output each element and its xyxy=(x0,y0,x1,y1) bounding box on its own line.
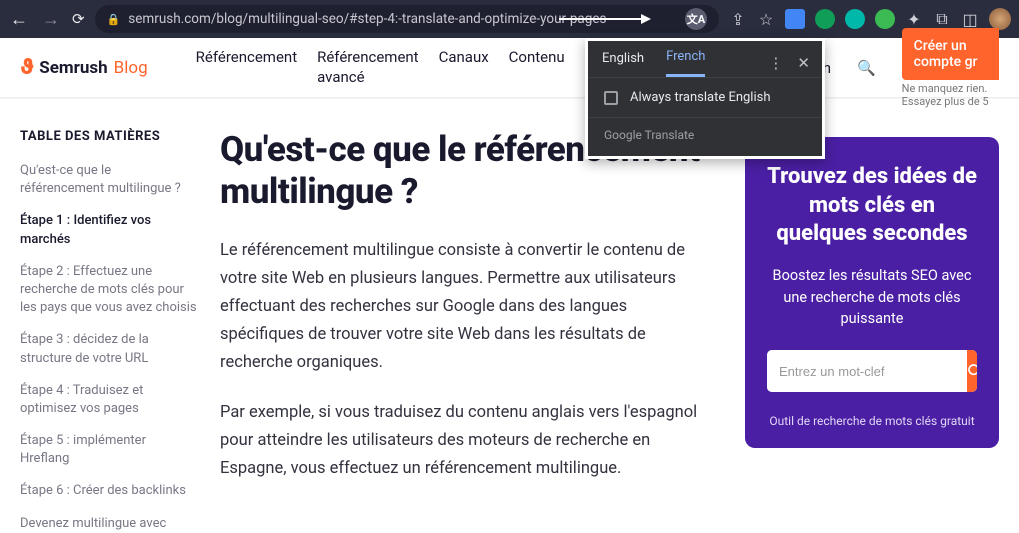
nav-referencement[interactable]: Référencement xyxy=(196,48,297,87)
header-subtext: Ne manquez rien. Essayez plus de 5 xyxy=(902,82,999,108)
toc-item[interactable]: Étape 5 : implémenter Hreflang xyxy=(20,432,198,468)
toc-item[interactable]: Étape 4 : Traduisez et optimisez vos pag… xyxy=(20,382,198,418)
browser-toolbar: ← → ⟳ 🔒 semrush.com/blog/multilingual-se… xyxy=(0,0,1019,38)
promo-card: Trouvez des idées de mots clés en quelqu… xyxy=(745,137,999,448)
annotation-arrow xyxy=(559,18,649,20)
site-header: ϑ Semrush Blog Référencement Référenceme… xyxy=(0,38,1019,98)
logo-suffix: Blog xyxy=(114,58,148,78)
always-translate-row[interactable]: Always translate English xyxy=(588,77,822,117)
tab-french[interactable]: French xyxy=(666,49,705,77)
promo-footer[interactable]: Outil de recherche de mots clés gratuit xyxy=(767,414,977,428)
nav-canaux[interactable]: Canaux xyxy=(439,48,489,87)
star-icon[interactable]: ☆ xyxy=(757,10,775,29)
main-nav: Référencement Référencement avancé Canau… xyxy=(196,48,565,87)
always-translate-label: Always translate English xyxy=(630,90,771,105)
extension-icon[interactable] xyxy=(815,9,835,29)
page-body: TABLE DES MATIÈRES Qu'est-ce que le réfé… xyxy=(0,98,1019,518)
toc-item[interactable]: Étape 3 : décidez de la structure de vot… xyxy=(20,331,198,367)
header-right: Créer un compte gr Ne manquez rien. Essa… xyxy=(902,28,999,108)
reading-list-icon[interactable]: ⧉ xyxy=(933,9,951,29)
article-content: Qu'est-ce que le référencement multiling… xyxy=(220,129,723,518)
extensions-menu-icon[interactable]: ✦ xyxy=(905,10,923,29)
translate-tabs: English French ⋮ ✕ xyxy=(588,41,822,77)
toc-item[interactable]: Qu'est-ce que le référencement multiling… xyxy=(20,162,198,198)
nav-referencement-avance[interactable]: Référencement avancé xyxy=(317,48,418,87)
table-of-contents: TABLE DES MATIÈRES Qu'est-ce que le réfé… xyxy=(20,129,198,518)
logo[interactable]: ϑ Semrush Blog xyxy=(20,55,148,80)
toc-title: TABLE DES MATIÈRES xyxy=(20,129,198,144)
checkbox-icon[interactable] xyxy=(604,91,618,105)
forward-button[interactable]: → xyxy=(40,9,62,30)
toc-item[interactable]: Étape 2 : Effectuez une recherche de mot… xyxy=(20,263,198,318)
article-paragraph: Le référencement multilingue consiste à … xyxy=(220,237,707,377)
signup-button[interactable]: Créer un compte gr xyxy=(902,28,999,80)
toc-item[interactable]: Étape 1 : Identifiez vos marchés xyxy=(20,212,198,248)
logo-text: Semrush xyxy=(39,58,107,78)
nav-contenu[interactable]: Contenu xyxy=(509,48,565,87)
close-icon[interactable]: ✕ xyxy=(797,54,810,72)
translate-popup: English French ⋮ ✕ Always translate Engl… xyxy=(585,38,825,159)
extension-icon[interactable] xyxy=(875,9,895,29)
translate-footer: Google Translate xyxy=(588,117,822,156)
extension-icon[interactable] xyxy=(785,9,805,29)
promo-search xyxy=(767,350,977,392)
search-icon xyxy=(967,363,977,379)
promo-subtitle: Boostez les résultats SEO avec une reche… xyxy=(767,265,977,330)
tab-english[interactable]: English xyxy=(602,51,644,76)
promo-title: Trouvez des idées de mots clés en quelqu… xyxy=(767,163,977,249)
search-icon[interactable]: 🔍 xyxy=(857,59,876,77)
extension-icon[interactable] xyxy=(845,9,865,29)
address-bar[interactable]: 🔒 semrush.com/blog/multilingual-seo/#ste… xyxy=(95,5,719,33)
more-options-icon[interactable]: ⋮ xyxy=(768,54,783,72)
toc-item[interactable]: Étape 6 : Créer des backlinks xyxy=(20,482,198,500)
logo-icon: ϑ xyxy=(20,55,33,80)
translate-icon[interactable]: 文A xyxy=(685,8,707,30)
back-button[interactable]: ← xyxy=(8,9,30,30)
side-panel-icon[interactable]: ◫ xyxy=(961,10,979,29)
lock-icon: 🔒 xyxy=(107,13,121,26)
search-submit-button[interactable] xyxy=(967,350,977,392)
share-icon[interactable]: ⇪ xyxy=(729,10,747,29)
article-paragraph: Par exemple, si vous traduisez du conten… xyxy=(220,399,707,483)
reload-button[interactable]: ⟳ xyxy=(72,10,85,28)
toc-item[interactable]: Devenez multilingue avec xyxy=(20,515,198,533)
keyword-input[interactable] xyxy=(767,350,967,392)
